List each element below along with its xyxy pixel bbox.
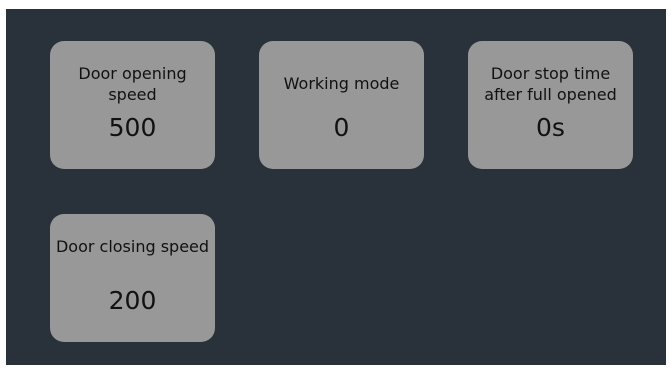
working-mode-tile[interactable]: Working mode 0 <box>259 41 424 169</box>
tile-value: 200 <box>108 286 157 315</box>
tile-value: 0 <box>333 113 350 142</box>
door-stop-time-tile[interactable]: Door stop time after full opened 0s <box>468 41 633 169</box>
settings-panel: Door opening speed 500 Working mode 0 Do… <box>6 9 666 365</box>
tile-label: Door opening speed <box>78 64 187 104</box>
door-closing-speed-tile[interactable]: Door closing speed 200 <box>50 214 215 342</box>
door-opening-speed-tile[interactable]: Door opening speed 500 <box>50 41 215 169</box>
tile-value: 0s <box>536 113 565 142</box>
tile-label: Working mode <box>283 74 400 93</box>
tile-value: 500 <box>108 113 157 142</box>
tile-label: Door stop time after full opened <box>484 64 617 104</box>
tile-label: Door closing speed <box>55 237 210 256</box>
